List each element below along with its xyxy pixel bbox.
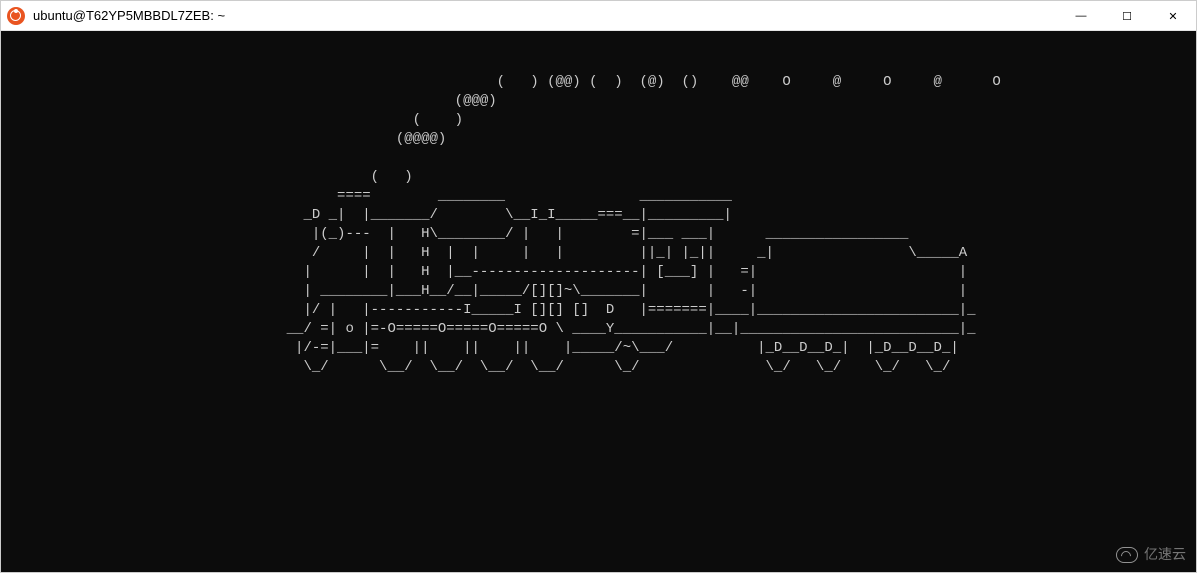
minimize-button[interactable]: — <box>1058 1 1104 31</box>
window-title: ubuntu@T62YP5MBBDL7ZEB: ~ <box>33 8 1058 23</box>
ubuntu-logo-icon <box>7 7 25 25</box>
maximize-button[interactable]: ☐ <box>1104 1 1150 31</box>
terminal-content[interactable]: ( ) (@@) ( ) (@) () @@ O @ O @ O (@@@) (… <box>1 31 1196 572</box>
terminal-window: ubuntu@T62YP5MBBDL7ZEB: ~ — ☐ ✕ ( ) (@@)… <box>0 0 1197 573</box>
watermark: 亿速云 <box>1116 545 1186 564</box>
cloud-icon <box>1116 547 1138 563</box>
titlebar[interactable]: ubuntu@T62YP5MBBDL7ZEB: ~ — ☐ ✕ <box>1 1 1196 31</box>
window-controls: — ☐ ✕ <box>1058 1 1196 30</box>
sl-train-ascii-art: ( ) (@@) ( ) (@) () @@ O @ O @ O (@@@) (… <box>1 73 1196 377</box>
watermark-text: 亿速云 <box>1144 545 1186 564</box>
close-button[interactable]: ✕ <box>1150 1 1196 31</box>
